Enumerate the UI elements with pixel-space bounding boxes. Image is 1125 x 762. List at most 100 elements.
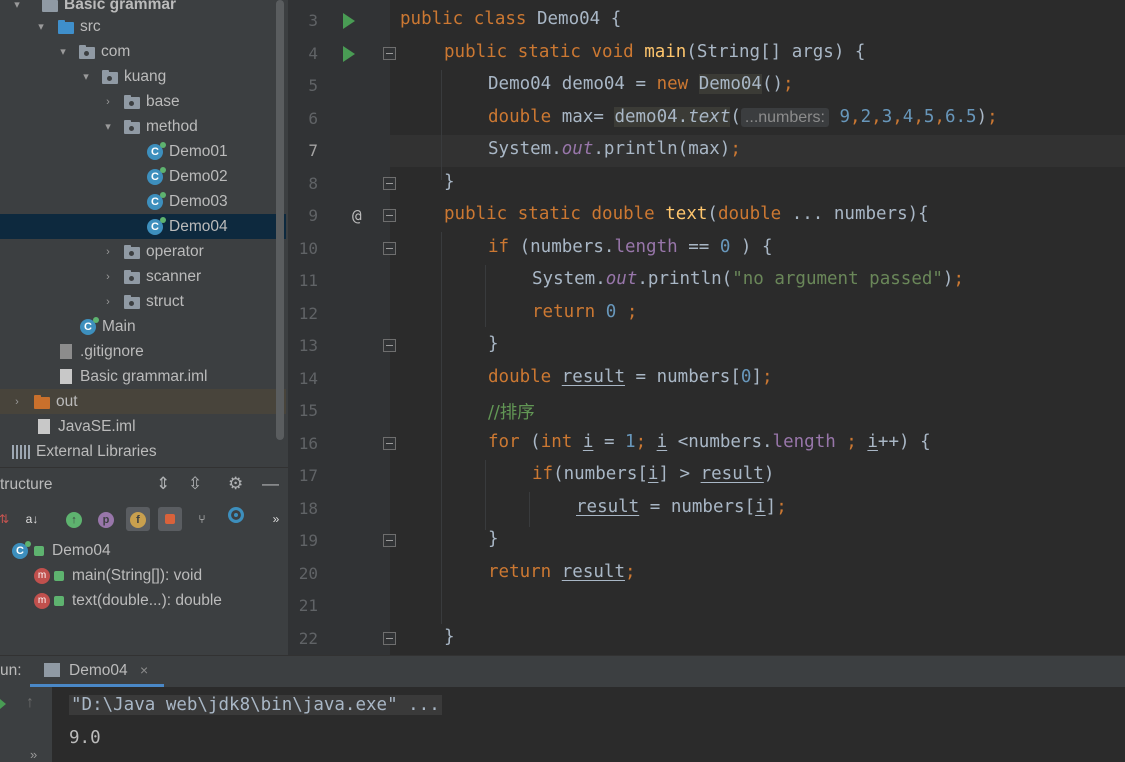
tree-item-javase-iml[interactable]: JavaSE.iml [0, 414, 286, 439]
show-fields-icon[interactable]: f [126, 507, 150, 531]
structure-member-label: text(double...): double [72, 591, 222, 609]
fold-icon[interactable] [383, 47, 396, 60]
scroll-up-icon[interactable]: ↑ [26, 694, 34, 712]
chevron-right-icon[interactable]: › [101, 296, 115, 308]
run-class-icon[interactable] [343, 13, 355, 29]
tree-item-com[interactable]: ▾ com [0, 39, 286, 64]
class-icon: C [147, 166, 166, 185]
chevron-right-icon[interactable]: › [101, 246, 115, 258]
chevron-right-icon[interactable]: › [10, 396, 24, 408]
autoscroll-icon[interactable] [224, 507, 248, 531]
package-icon [79, 44, 95, 59]
fold-icon[interactable] [383, 242, 396, 255]
hide-icon[interactable]: — [262, 474, 279, 494]
tree-item-struct[interactable]: › struct [0, 289, 286, 314]
code-text: (String[] args) { [686, 42, 866, 62]
show-properties-icon[interactable]: p [94, 507, 118, 531]
module-folder-icon [42, 0, 58, 12]
tree-item-out[interactable]: › out [0, 389, 286, 414]
number-literal: 2 [860, 107, 872, 127]
structure-class-demo04[interactable]: C Demo04 [12, 538, 111, 563]
collapse-all-icon[interactable]: ⇳ [188, 474, 202, 494]
method-ref: text [688, 107, 731, 127]
more-icon[interactable]: » [264, 507, 288, 531]
show-inherited-icon[interactable]: ↑ [62, 507, 86, 531]
tree-item-base[interactable]: › base [0, 89, 286, 114]
tree-item-label: JavaSE.iml [58, 417, 136, 435]
show-non-public-icon[interactable] [158, 507, 182, 531]
chevron-right-icon[interactable]: › [101, 271, 115, 283]
fold-icon[interactable] [383, 632, 396, 645]
tree-item-src[interactable]: ▾ src [0, 14, 286, 39]
chevron-down-icon[interactable]: ▾ [56, 45, 70, 58]
left-tool-panel: ▾ Basic grammar ▾ src ▾ com ▾ kuang › ba… [0, 0, 288, 655]
line-number: 4 [308, 44, 318, 63]
tree-item-label: Demo03 [169, 192, 228, 210]
line-number: 18 [298, 499, 318, 518]
run-config-icon [44, 663, 60, 677]
chevron-down-icon[interactable]: ▾ [79, 70, 93, 83]
code-editor[interactable]: 3 4 5 6 7 8 9 10 11 12 13 14 15 16 17 18… [288, 0, 1125, 655]
gear-icon[interactable]: ⚙ [228, 474, 243, 494]
method-icon: m [34, 592, 50, 609]
rerun-icon[interactable] [0, 699, 6, 709]
class-name: Demo04 [536, 9, 601, 29]
code-line-10: if (numbers.length == 0 ) { [488, 237, 773, 257]
fold-icon[interactable] [383, 339, 396, 352]
tree-item-gitignore[interactable]: .gitignore [0, 339, 286, 364]
tree-item-main[interactable]: C Main [0, 314, 286, 339]
structure-member-main[interactable]: m main(String[]): void [34, 563, 202, 588]
tree-item-label: base [146, 92, 180, 110]
tree-item-label: struct [146, 292, 184, 310]
tree-item-scanner[interactable]: › scanner [0, 264, 286, 289]
structure-member-text[interactable]: m text(double...): double [34, 588, 222, 613]
run-panel: un: Demo04 × ↑ » "D:\Java web\jdk8\bin\j… [0, 655, 1125, 762]
code-text: Demo04 demo04 = [488, 74, 657, 94]
tree-item-demo03[interactable]: C Demo03 [0, 189, 286, 214]
tree-item-basic-grammar-iml[interactable]: Basic grammar.iml [0, 364, 286, 389]
chevron-down-icon[interactable]: ▾ [34, 20, 48, 33]
code-text: ( [707, 204, 718, 224]
number-literal: 6.5 [944, 107, 977, 127]
chevron-right-icon[interactable]: › [101, 96, 115, 108]
fold-icon[interactable] [383, 209, 396, 222]
expand-all-icon[interactable]: ⇕ [156, 474, 170, 494]
code-line-17: if(numbers[i] > result) [532, 464, 774, 484]
close-icon[interactable]: × [140, 662, 148, 678]
variable: result [700, 464, 764, 484]
comma: , [934, 107, 945, 127]
fold-icon[interactable] [383, 437, 396, 450]
tree-item-label: Main [102, 317, 136, 335]
keyword: for [488, 432, 531, 452]
tree-item-label: kuang [124, 67, 167, 85]
line-number: 22 [298, 629, 318, 648]
sort-visibility-icon[interactable]: ⇅ [0, 507, 16, 531]
tree-item-external-libraries[interactable]: External Libraries [0, 439, 286, 464]
code-text: ) [976, 107, 988, 127]
line-number: 3 [308, 11, 318, 30]
indent-guide [529, 492, 530, 527]
code-text: System. [532, 269, 606, 289]
library-icon [12, 444, 32, 459]
annotation-gutter-icon[interactable]: @ [352, 206, 362, 225]
more-icon[interactable]: » [30, 747, 37, 762]
number-literal: 4 [902, 107, 914, 127]
tree-item-method[interactable]: ▾ method [0, 114, 286, 139]
iml-file-icon [60, 369, 72, 384]
show-lambdas-icon[interactable]: ⑂ [190, 507, 214, 531]
fold-icon[interactable] [383, 534, 396, 547]
fold-icon[interactable] [383, 177, 396, 190]
tree-item-demo01[interactable]: C Demo01 [0, 139, 286, 164]
line-number: 17 [298, 466, 318, 485]
run-main-icon[interactable] [343, 46, 355, 62]
tree-item-kuang[interactable]: ▾ kuang [0, 64, 286, 89]
tree-scrollbar[interactable] [276, 0, 284, 440]
run-tab-demo04[interactable]: Demo04 × [30, 656, 164, 687]
chevron-down-icon[interactable]: ▾ [101, 120, 115, 133]
chevron-down-icon[interactable]: ▾ [10, 0, 24, 11]
tree-item-operator[interactable]: › operator [0, 239, 286, 264]
gitignore-file-icon [60, 344, 72, 359]
tree-item-demo04[interactable]: C Demo04 [0, 214, 286, 239]
sort-alpha-icon[interactable]: a↓ [20, 507, 44, 531]
tree-item-demo02[interactable]: C Demo02 [0, 164, 286, 189]
